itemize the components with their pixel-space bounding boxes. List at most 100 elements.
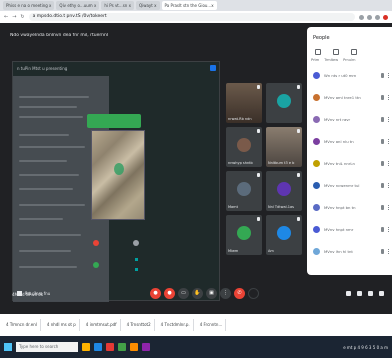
- download-item[interactable]: 4 Frcnntn...: [197, 319, 227, 331]
- taskbar-search-box[interactable]: Type here to search: [16, 342, 78, 352]
- captions-icon: ▭: [181, 290, 186, 296]
- mic-off-icon: ●: [153, 290, 158, 296]
- more-icon[interactable]: [388, 73, 390, 78]
- raise-hand-button[interactable]: ✋: [192, 288, 203, 299]
- download-item[interactable]: 4 nhdl ms ot p: [44, 319, 80, 331]
- settings-icon[interactable]: [351, 49, 357, 55]
- participant-tile[interactable]: [266, 83, 302, 123]
- edge-icon[interactable]: [94, 343, 102, 351]
- avatar: [313, 204, 320, 211]
- doc-line: [19, 174, 79, 176]
- download-item[interactable]: 4 Trnsnttot2: [124, 319, 155, 331]
- people-list-item[interactable]: MVnv ncwenmr tul: [313, 181, 390, 190]
- extension-icon[interactable]: [367, 14, 372, 20]
- mic-off-button[interactable]: ●: [150, 288, 161, 299]
- participant-name: Am: [268, 249, 274, 253]
- chat-icon[interactable]: [368, 291, 373, 296]
- doc-line: [19, 160, 67, 162]
- presenter-label: n tuPin Mtst u presenting: [17, 66, 68, 71]
- people-list-item[interactable]: MVnv anl nlu tn: [313, 137, 390, 146]
- more-icon[interactable]: [388, 183, 390, 188]
- participant-tile[interactable]: Nnl Tdtwal.1as: [266, 171, 302, 211]
- doc-line: [19, 106, 77, 108]
- participant-tile[interactable]: nnwhyp shntb: [226, 127, 262, 167]
- mic-icon: [297, 217, 300, 221]
- person-name: MVnv nrt ravr: [324, 117, 351, 122]
- host-controls-icon[interactable]: [333, 49, 339, 55]
- chrome-icon[interactable]: [118, 343, 126, 351]
- more-icon[interactable]: [388, 139, 390, 144]
- participant-tile[interactable]: nrwat.Rb ndn: [226, 83, 262, 123]
- participant-tile[interactable]: Am: [266, 215, 302, 255]
- people-tab[interactable]: Prnulrn: [343, 58, 355, 62]
- people-list-item[interactable]: MVnv hnpt bn tn: [313, 203, 390, 212]
- add-people-icon[interactable]: [315, 49, 321, 55]
- more-icon[interactable]: [388, 95, 390, 100]
- browser-tab-active[interactable]: Pa Praslt stn the Giou...x: [161, 1, 217, 10]
- app-icon[interactable]: [142, 343, 150, 351]
- info-icon[interactable]: [346, 291, 351, 296]
- camera-off-button[interactable]: ●: [164, 288, 175, 299]
- file-explorer-icon[interactable]: [82, 343, 90, 351]
- mic-icon: [257, 129, 260, 133]
- profile-icon[interactable]: [383, 14, 388, 20]
- satellite-map-image: [91, 130, 145, 220]
- mic-icon: [257, 85, 260, 89]
- people-list-item[interactable]: MVnv nrt ravr: [313, 115, 390, 124]
- people-panel-title: People: [313, 35, 330, 41]
- people-panel: People Prtm Trmltew Prnulrn Wn nts r ut0…: [307, 27, 392, 275]
- shared-screen[interactable]: n tuPin Mtst u presenting Pst rilem fnu: [12, 61, 220, 302]
- more-icon[interactable]: [388, 205, 390, 210]
- download-item[interactable]: 4 Tnctdmlnr.p.: [158, 319, 194, 331]
- pin-icon[interactable]: [210, 65, 216, 71]
- more-icon[interactable]: [388, 117, 390, 122]
- back-icon[interactable]: ←: [4, 14, 8, 20]
- people-list-item[interactable]: MVnv tniL nnrLn: [313, 159, 390, 168]
- participant-tile[interactable]: Mamt: [226, 171, 262, 211]
- forward-icon[interactable]: →: [12, 14, 16, 20]
- windows-start-icon[interactable]: [4, 343, 12, 351]
- app-icon[interactable]: [106, 343, 114, 351]
- people-list-item[interactable]: MVnv lhn hl tnt: [313, 247, 390, 256]
- more-options-button[interactable]: ⋮: [220, 288, 231, 299]
- browser-tab[interactable]: Phiss e na o meeting x: [3, 1, 55, 10]
- participant-tile[interactable]: Nnltbum t3 e b: [266, 127, 302, 167]
- person-name: MVnv lhn hl tnt: [324, 249, 353, 254]
- downloads-bar: 4 Trmncn dr.enl 4 nhdl ms ot p 4 inmtmsu…: [0, 314, 392, 336]
- people-list-item[interactable]: Wn nts r ut0 mrn: [313, 71, 390, 80]
- browser-tab[interactable]: Qiv ethy o...uum x: [56, 1, 100, 10]
- more-icon[interactable]: [388, 227, 390, 232]
- avatar: [313, 248, 320, 255]
- extra-control-button[interactable]: [248, 288, 259, 299]
- end-call-button[interactable]: ✆: [234, 288, 245, 299]
- meeting-code: 4Mfnd NPw4 ok: [12, 292, 44, 297]
- more-icon[interactable]: [388, 161, 390, 166]
- reload-icon[interactable]: ↻: [20, 14, 24, 20]
- browser-tab[interactable]: hi Ps vt...sn x: [101, 1, 134, 10]
- mic-icon: [381, 73, 384, 78]
- people-icon[interactable]: [357, 291, 362, 296]
- people-tab[interactable]: Trmltew: [324, 58, 338, 62]
- participant-tile[interactable]: Miwm: [226, 215, 262, 255]
- captions-button[interactable]: ▭: [178, 288, 189, 299]
- avatar: [237, 226, 251, 240]
- app-icon[interactable]: [130, 343, 138, 351]
- present-icon: ▣: [209, 290, 214, 296]
- browser-tab[interactable]: Qiwayt x: [135, 1, 160, 10]
- download-item[interactable]: 4 inmtmsut.pdf: [83, 319, 121, 331]
- url-field[interactable]: a mpsdo.dtio.t pnv.tS /0v/tokeert: [28, 13, 355, 21]
- doc-line: [19, 96, 89, 98]
- extension-icon[interactable]: [375, 14, 380, 20]
- participant-name: nnwhyp shntb: [228, 161, 253, 165]
- avatar: [313, 138, 320, 145]
- activities-icon[interactable]: [379, 291, 384, 296]
- present-button[interactable]: ▣: [206, 288, 217, 299]
- download-item[interactable]: 4 Trmncn dr.enl: [3, 319, 41, 331]
- extension-icon[interactable]: [359, 14, 364, 20]
- participant-name: nrwat.Rb ndn: [228, 117, 252, 121]
- people-list-item[interactable]: MVnv hnpt nmr: [313, 225, 390, 234]
- people-list-item[interactable]: MVnv aml tnre1 ttn: [313, 93, 390, 102]
- more-icon[interactable]: [388, 249, 390, 254]
- people-tab[interactable]: Prtm: [311, 58, 319, 62]
- meeting-tools: [346, 291, 384, 296]
